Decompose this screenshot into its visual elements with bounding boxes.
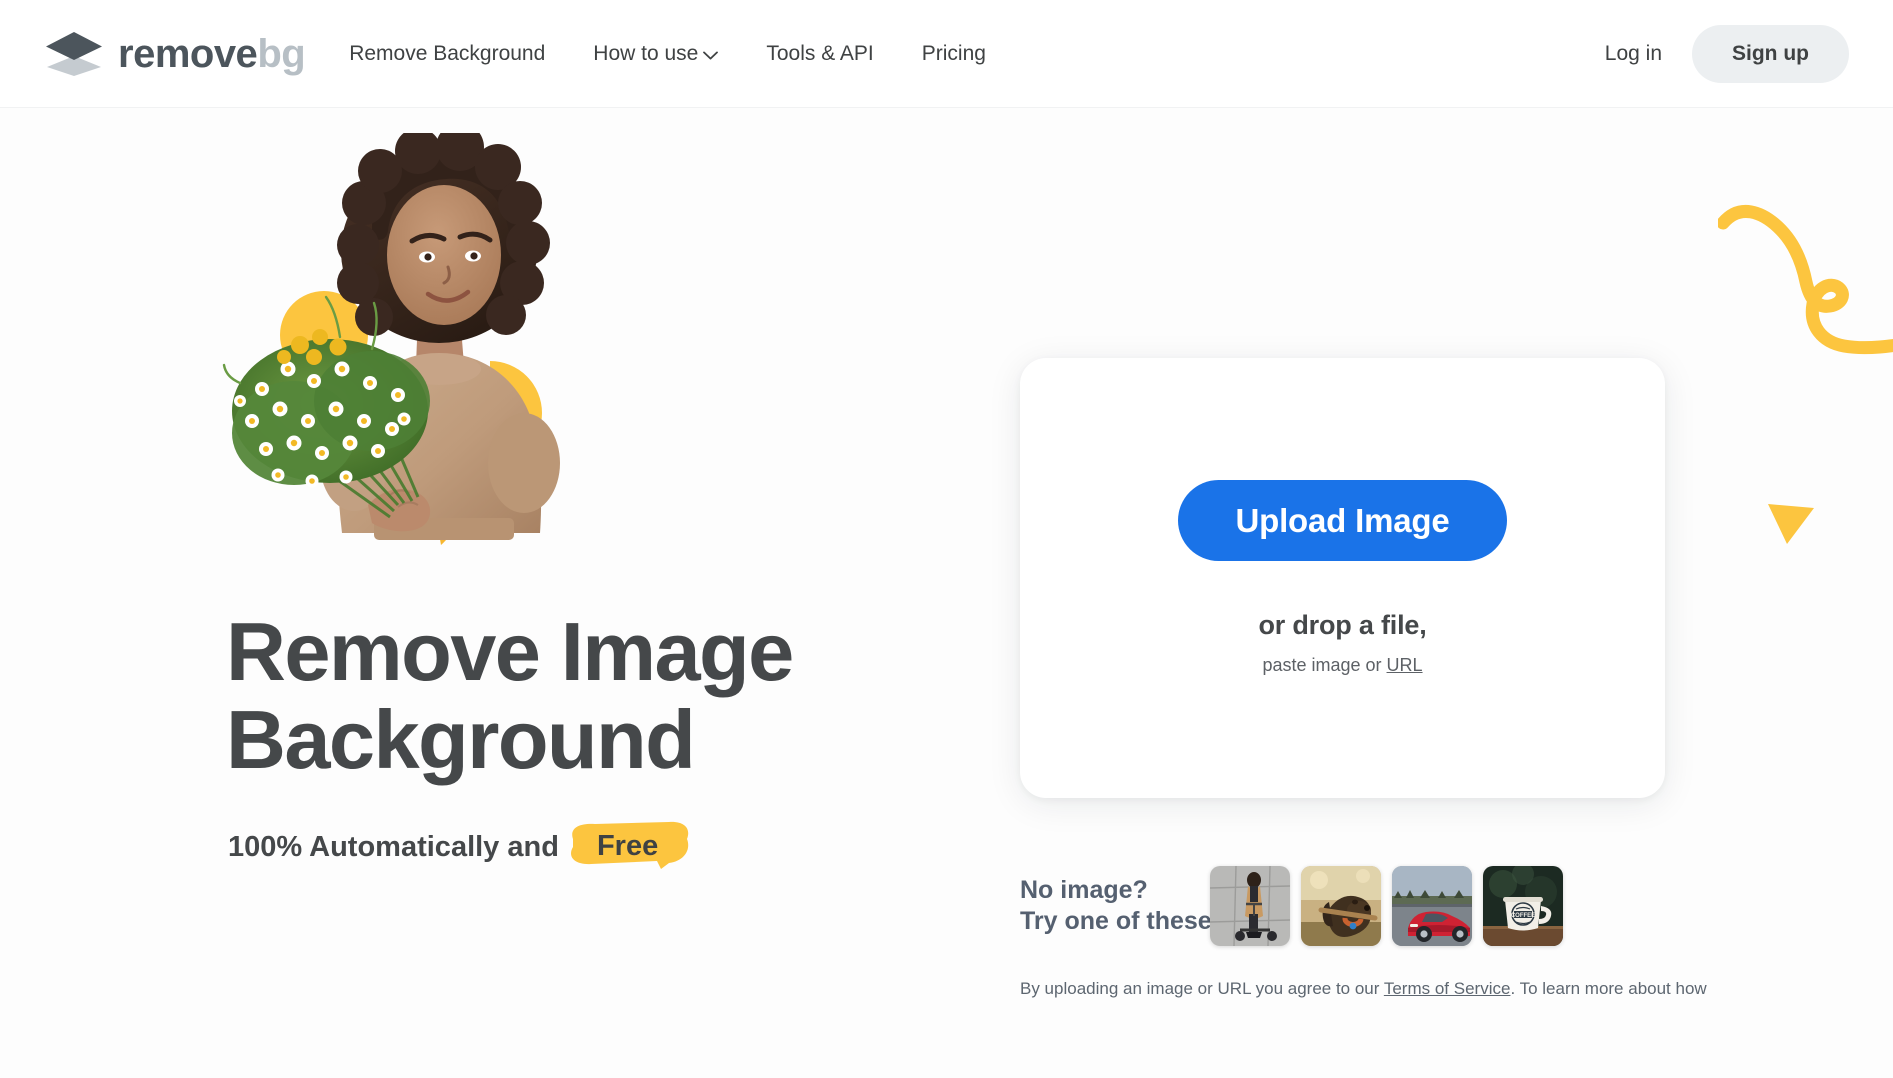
page-subtitle: 100% Automatically and Free [228,821,689,869]
sample-thumbnail-list: COFFEE [1210,866,1563,946]
paste-url-text: paste image or URL [1262,655,1422,676]
upload-image-button[interactable]: Upload Image [1177,480,1508,561]
free-highlight: Free [570,821,689,869]
svg-text:COFFEE: COFFEE [1511,913,1535,919]
sample-label-line-1: No image? [1020,875,1148,904]
sample-thumbnail-dog-with-stick[interactable] [1301,866,1381,946]
signup-button[interactable]: Sign up [1692,24,1849,83]
logo-wordmark: removebg [118,31,306,76]
logo-word-remove: remove [118,31,258,76]
headline-line-1: Remove Image [226,605,794,698]
sample-thumbnail-woman-on-scooter[interactable] [1210,866,1290,946]
hero-photo-woman-with-bouquet [222,133,642,593]
legal-suffix: . To learn more about how [1510,979,1707,998]
nav-item-remove-background[interactable]: Remove Background [349,42,545,66]
subtitle-prefix: 100% Automatically and [228,831,559,863]
sample-label-line-2: Try one of these: [1020,907,1221,935]
hero-left-column: Remove Image Background 100% Automatical… [0,108,1020,1078]
free-label: Free [596,830,659,862]
main-nav: Remove Background How to use Tools & API… [349,42,986,66]
nav-label: Remove Background [349,41,546,65]
site-header: removebg Remove Background How to use To… [0,0,1893,108]
logo-word-bg: bg [257,31,306,76]
terms-of-service-link[interactable]: Terms of Service [1384,979,1511,998]
login-link[interactable]: Log in [1605,42,1662,66]
nav-item-pricing[interactable]: Pricing [922,42,986,66]
sample-images-section: No image? Try one of these: COFFEE [1020,866,1563,946]
page-title: Remove Image Background [226,608,986,784]
sample-prompt-label: No image? Try one of these: [1020,875,1221,938]
legal-prefix: By uploading an image or URL you agree t… [1020,979,1384,998]
sample-thumbnail-red-sports-car[interactable] [1392,866,1472,946]
chevron-down-icon [703,47,719,60]
url-link[interactable]: URL [1387,655,1423,675]
sample-thumbnail-coffee-mug[interactable]: COFFEE [1483,866,1563,946]
nav-label: How to use [593,41,699,65]
layers-diamond-icon [44,31,104,77]
nav-item-tools-api[interactable]: Tools & API [766,42,873,66]
hero-right-column: Upload Image or drop a file, paste image… [1020,108,1893,1078]
paste-prefix: paste image or [1262,655,1387,675]
upload-dropzone-card[interactable]: Upload Image or drop a file, paste image… [1020,358,1665,798]
headline-line-2: Background [226,692,696,786]
drop-file-text: or drop a file, [1258,610,1427,640]
header-actions: Log in Sign up [1605,24,1849,83]
nav-item-how-to-use[interactable]: How to use [593,41,719,66]
nav-label: Pricing [921,41,986,65]
nav-label: Tools & API [766,41,874,65]
logo-home-link[interactable]: removebg [44,31,306,77]
legal-disclaimer: By uploading an image or URL you agree t… [1020,976,1720,1002]
